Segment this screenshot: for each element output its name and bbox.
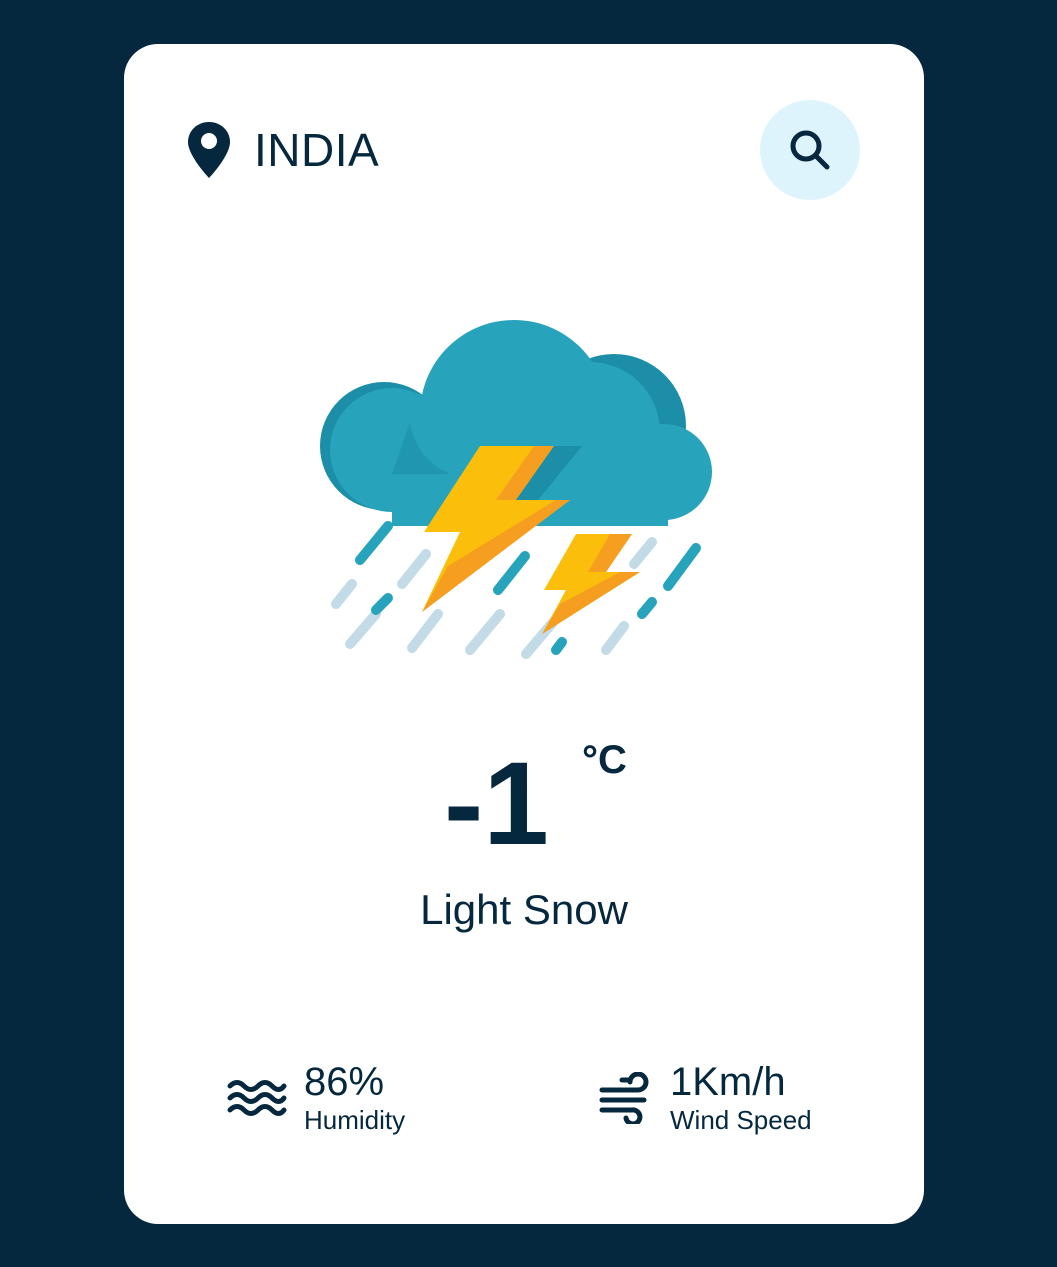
humidity-stat: 86% Humidity <box>226 1060 405 1136</box>
search-icon <box>790 130 830 170</box>
wind-value: 1Km/h <box>670 1060 786 1104</box>
waves-icon <box>227 1080 287 1116</box>
humidity-value: 86% <box>304 1060 385 1104</box>
wind-stat: 1Km/h Wind Speed <box>598 1060 812 1136</box>
wind-icon <box>599 1072 649 1124</box>
city-name: INDIA <box>254 124 380 176</box>
weather-card: INDIA -1 °C Light Snow 86% Humidity 1Km/… <box>124 44 924 1224</box>
search-button[interactable] <box>760 100 860 200</box>
thunderstorm-rain-icon <box>320 320 712 659</box>
weather-description: Light Snow <box>420 886 628 933</box>
location-header: INDIA <box>186 120 379 180</box>
temperature-value: -1 <box>444 738 549 870</box>
humidity-label: Humidity <box>304 1105 406 1135</box>
temperature-display: -1 °C <box>124 738 924 870</box>
wind-label: Wind Speed <box>670 1105 812 1135</box>
temperature-unit: °C <box>582 738 627 782</box>
map-pin-icon <box>188 122 230 178</box>
